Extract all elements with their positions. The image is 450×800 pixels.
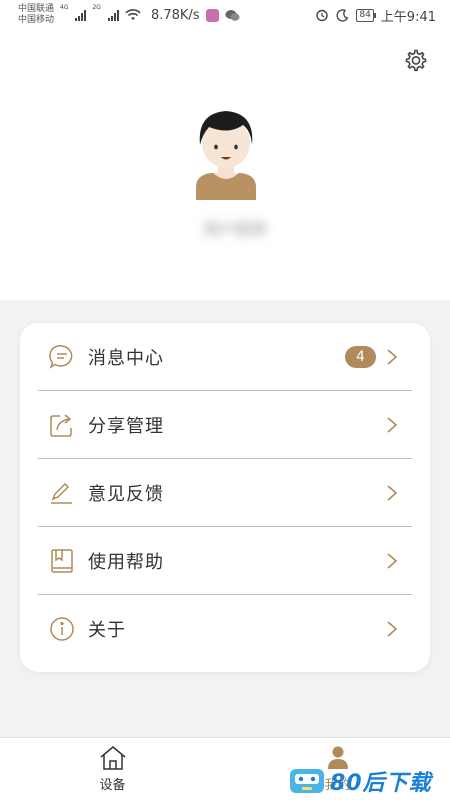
chevron-right-icon xyxy=(387,484,398,501)
carrier-1: 中国联通 xyxy=(18,4,55,14)
unread-count-badge: 4 xyxy=(345,345,376,368)
chevron-right-icon xyxy=(387,552,398,569)
share-icon xyxy=(50,413,72,437)
menu-item-message-center[interactable]: 消息中心 4 xyxy=(38,323,412,391)
net-speed: 8.78K/s xyxy=(150,7,200,23)
avatar[interactable] xyxy=(191,105,261,200)
chevron-right-icon xyxy=(387,621,398,637)
watermark-text: 80后下载 xyxy=(330,771,432,796)
menu-item-feedback[interactable]: 意见反馈 xyxy=(38,459,412,527)
watermark: 80后下载 xyxy=(288,764,448,798)
chevron-right-icon xyxy=(387,348,398,365)
chevron-right-icon xyxy=(387,416,398,433)
menu-item-label: 使用帮助 xyxy=(88,551,164,573)
home-icon xyxy=(100,746,125,770)
username: 用户昵称 xyxy=(202,220,267,239)
nav-tab-devices[interactable]: 设备 xyxy=(0,738,225,800)
watermark-logo-icon xyxy=(290,769,324,793)
edit-icon xyxy=(51,482,72,504)
carrier-2: 中国移动 xyxy=(18,15,55,25)
menu-item-label: 分享管理 xyxy=(88,415,164,437)
clock: 上午9:41 xyxy=(380,9,436,25)
menu-item-label: 意见反馈 xyxy=(88,483,164,505)
carrier-names: 中国联通 中国移动 xyxy=(18,4,54,26)
signal-icon xyxy=(107,9,119,21)
alarm-icon xyxy=(316,9,329,22)
settings-gear-icon[interactable] xyxy=(402,48,428,74)
book-icon xyxy=(51,548,73,573)
info-icon xyxy=(50,617,74,641)
message-icon xyxy=(49,344,73,369)
menu-item-help[interactable]: 使用帮助 xyxy=(38,527,412,595)
bottom-nav: 设备 我的 80后下载 xyxy=(0,737,450,800)
menu-item-label: 关于 xyxy=(88,620,126,641)
profile-header: 用户昵称 xyxy=(0,30,450,300)
menu-item-label: 消息中心 xyxy=(88,347,164,369)
status-bar: 中国联通 中国移动 4G 2G 8.78K/s 84 上午9:41 xyxy=(0,0,450,30)
signal-icon xyxy=(75,9,87,21)
status-bar-left: 中国联通 中国移动 4G 2G 8.78K/s xyxy=(18,4,240,26)
app-notification-icon xyxy=(205,8,219,22)
wechat-icon xyxy=(225,9,240,21)
status-bar-right: 84 上午9:41 xyxy=(315,6,436,25)
moon-icon xyxy=(336,8,349,22)
battery-icon: 84 xyxy=(356,8,377,22)
menu-item-share-management[interactable]: 分享管理 xyxy=(38,391,412,459)
nav-label-devices: 设备 xyxy=(99,778,126,793)
wifi-icon xyxy=(125,9,141,20)
network-type-2: 2G xyxy=(92,4,101,11)
network-type-1: 4G xyxy=(60,4,69,11)
menu-item-about[interactable]: 关于 xyxy=(38,595,412,663)
menu-card: 消息中心 4 分享管理 意见反馈 使用帮助 关于 xyxy=(20,323,430,672)
